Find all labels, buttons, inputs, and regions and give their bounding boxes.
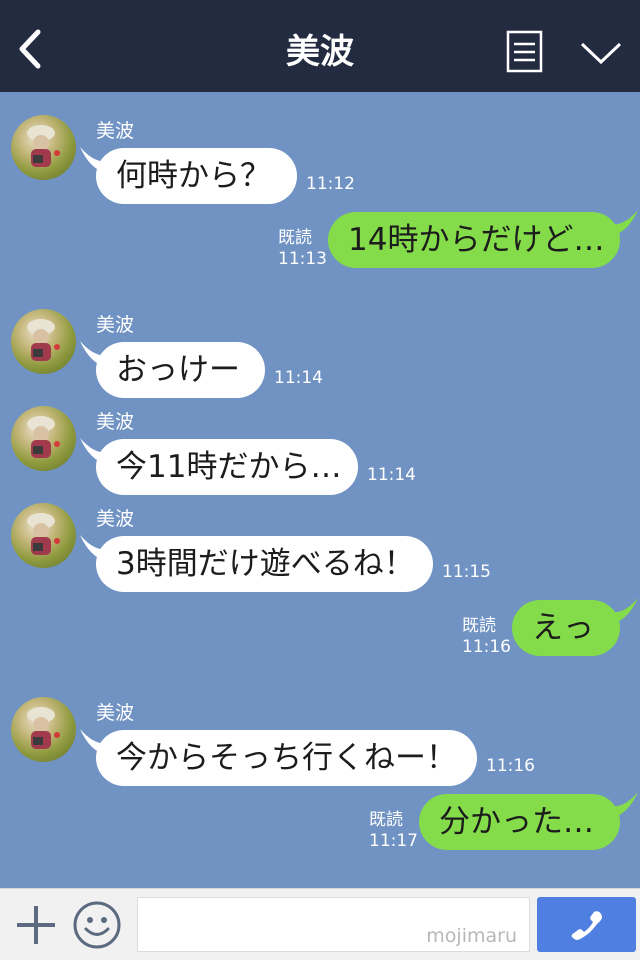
- menu-icon: [506, 30, 543, 73]
- message-time: 11:16: [462, 637, 511, 657]
- chat-title: 美波: [286, 32, 354, 72]
- sender-name: 美波: [96, 702, 135, 724]
- message-bubble-incoming[interactable]: 今11時だから…: [96, 439, 358, 495]
- message-bubble-outgoing[interactable]: えっ: [512, 600, 620, 656]
- menu-button[interactable]: [506, 30, 543, 73]
- avatar[interactable]: [11, 115, 76, 180]
- message-input-container: mojimaru: [137, 897, 530, 952]
- read-receipt: 既読: [278, 228, 312, 248]
- chevron-down-icon: [580, 42, 622, 65]
- message-meta: 既読 11:13: [278, 228, 327, 270]
- emoji-button[interactable]: [72, 900, 122, 950]
- message-time: 11:15: [442, 562, 491, 582]
- dropdown-button[interactable]: [578, 34, 624, 70]
- sender-name: 美波: [96, 411, 135, 433]
- avatar[interactable]: [11, 309, 76, 374]
- message-meta: 既読 11:17: [369, 810, 418, 852]
- sender-name: 美波: [96, 314, 135, 336]
- chat-header: 美波: [0, 0, 640, 92]
- avatar[interactable]: [11, 697, 76, 762]
- message-bubble-incoming[interactable]: 何時から？: [96, 148, 297, 204]
- avatar[interactable]: [11, 503, 76, 568]
- bubble-tail: [612, 598, 638, 624]
- sender-name: 美波: [96, 508, 135, 530]
- phone-icon: [571, 911, 602, 940]
- plus-icon: [17, 906, 55, 944]
- message-bubble-incoming[interactable]: 3時間だけ遊べるね！: [96, 536, 433, 592]
- watermark: mojimaru: [426, 925, 517, 947]
- sender-name: 美波: [96, 120, 135, 142]
- read-receipt: 既読: [462, 616, 496, 636]
- avatar[interactable]: [11, 406, 76, 471]
- add-button[interactable]: [14, 903, 58, 947]
- message-bubble-incoming[interactable]: 今からそっち行くねー！: [96, 730, 477, 786]
- message-bubble-incoming[interactable]: おっけー: [96, 342, 265, 398]
- read-receipt: 既読: [369, 810, 403, 830]
- message-time: 11:14: [274, 368, 323, 388]
- message-bubble-outgoing[interactable]: 分かった…: [419, 794, 620, 850]
- input-bar: mojimaru: [0, 888, 640, 960]
- message-time: 11:17: [369, 831, 418, 851]
- bubble-tail: [612, 792, 638, 818]
- message-meta: 既読 11:16: [462, 616, 511, 658]
- message-time: 11:13: [278, 249, 327, 269]
- message-time: 11:14: [367, 465, 416, 485]
- message-bubble-outgoing[interactable]: 14時からだけど…: [328, 212, 620, 268]
- call-button[interactable]: [537, 897, 636, 952]
- message-time: 11:16: [486, 756, 535, 776]
- smiley-icon: [73, 901, 121, 949]
- chat-area[interactable]: 美波 何時から？ 11:12 既読 11:13 14時からだけど… 美波 おっけ…: [0, 92, 640, 888]
- bubble-tail: [612, 210, 638, 236]
- message-time: 11:12: [306, 174, 355, 194]
